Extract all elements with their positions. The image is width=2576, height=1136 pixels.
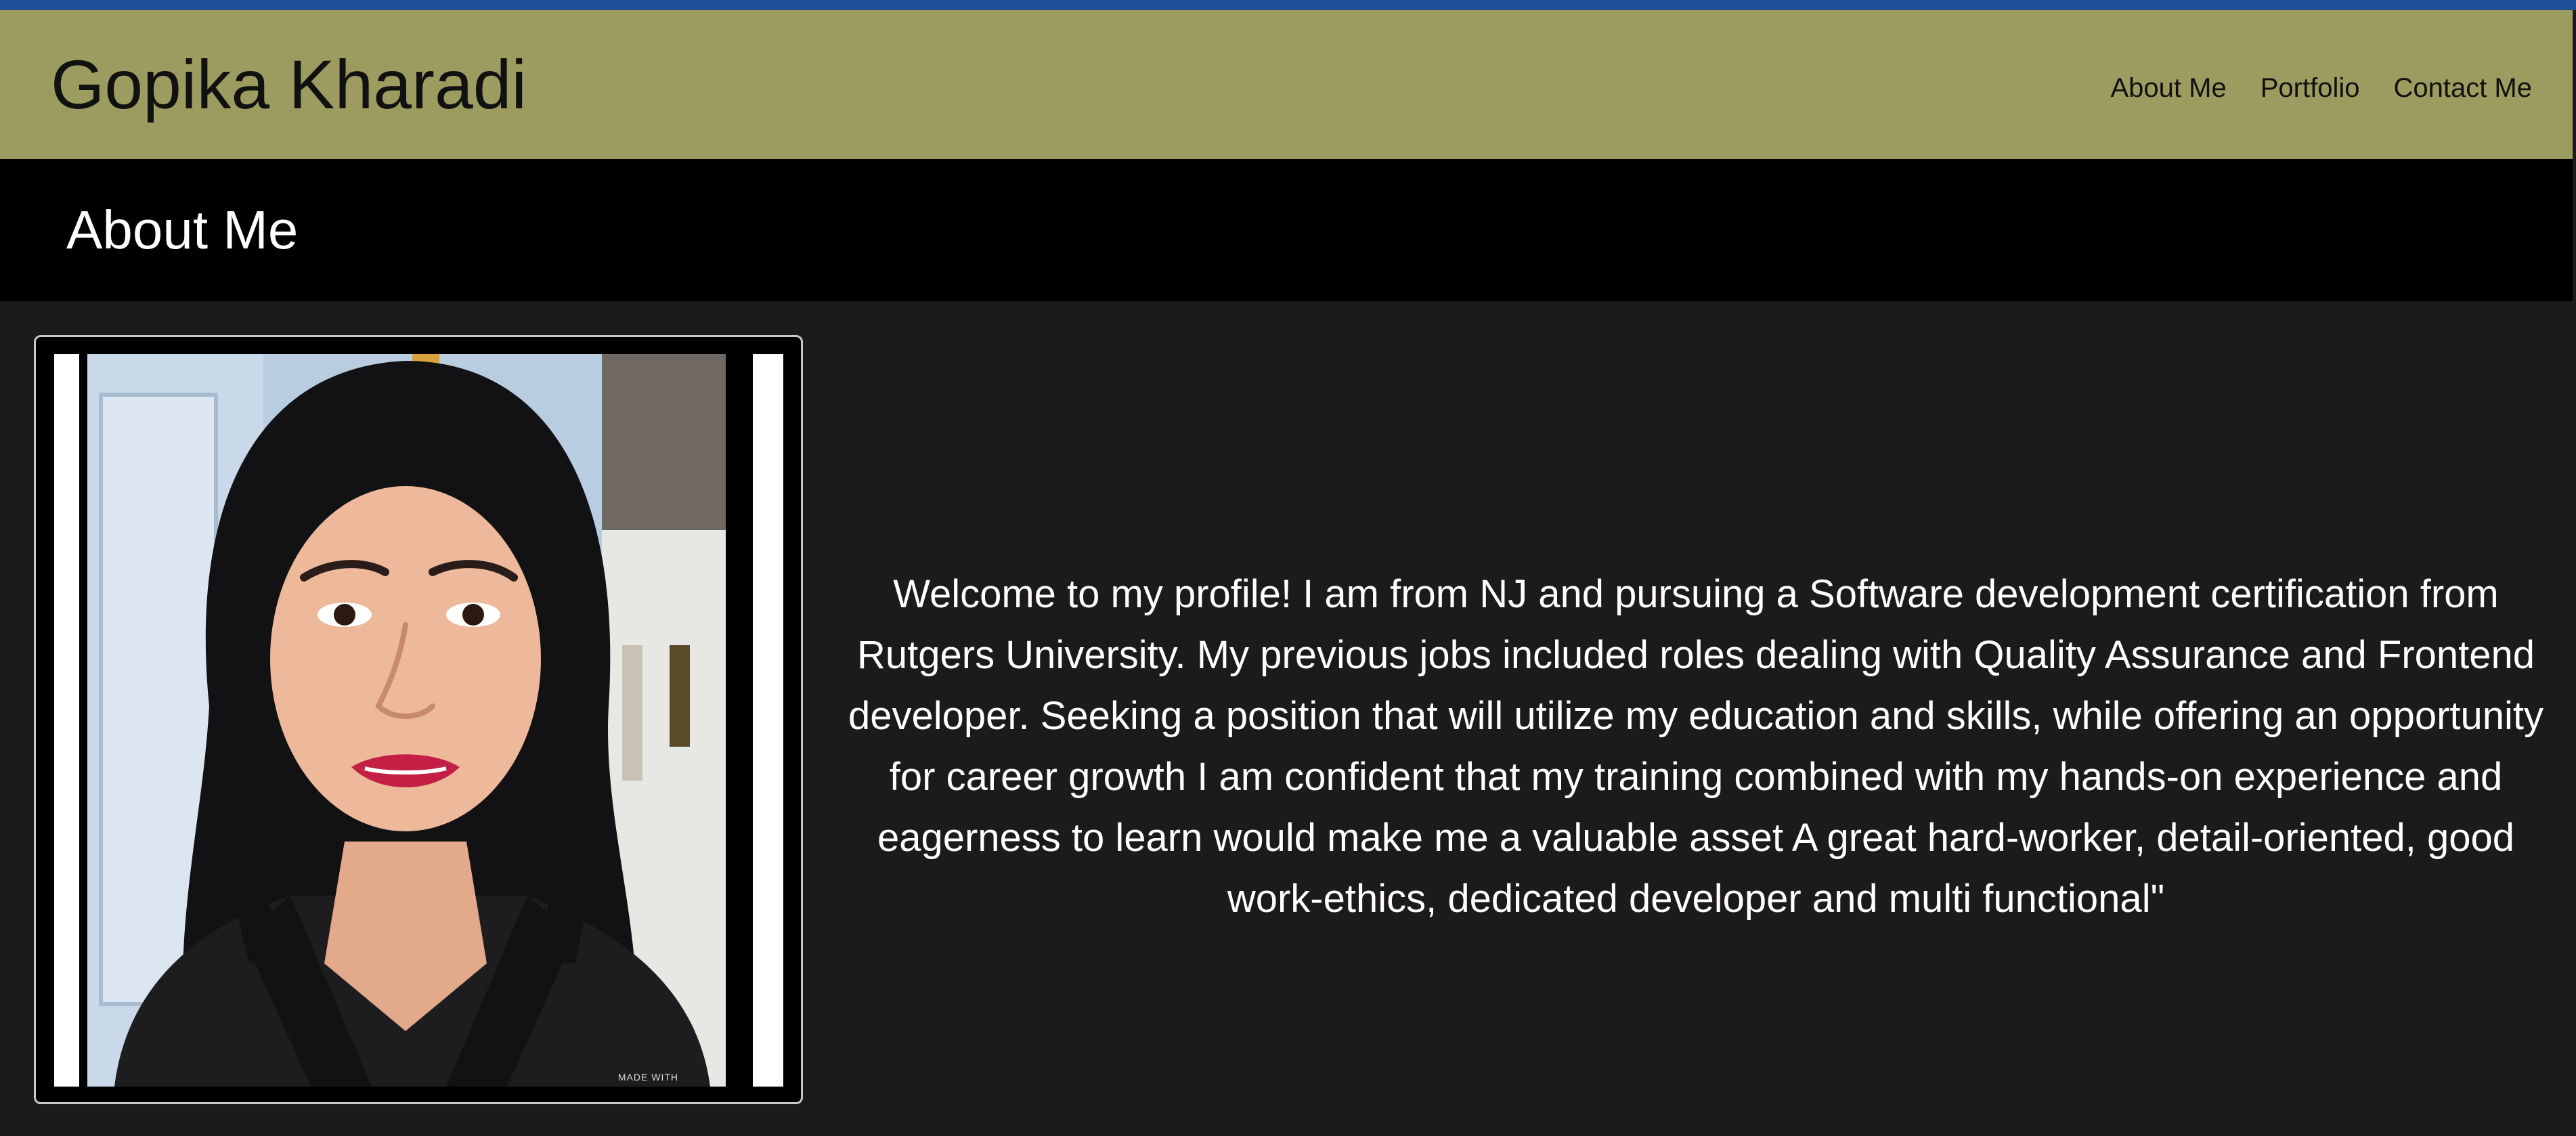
profile-photo-frame: MADE WITH (54, 354, 783, 1087)
site-header: Gopika Kharadi About Me Portfolio Contac… (0, 10, 2573, 159)
nav-link-about-me[interactable]: About Me (2111, 73, 2227, 104)
section-heading-bar: About Me (0, 159, 2573, 301)
about-content: MADE WITH Welcome to my profile! I am fr… (0, 301, 2573, 1136)
about-bio-text: Welcome to my profile! I am from NJ and … (848, 572, 2544, 921)
main-nav: About Me Portfolio Contact Me (2111, 73, 2533, 104)
nav-link-portfolio[interactable]: Portfolio (2261, 73, 2360, 104)
top-accent-stripe (0, 0, 2576, 10)
section-title: About Me (66, 200, 299, 260)
profile-photo-card: MADE WITH (34, 335, 803, 1104)
profile-photo-image (87, 354, 726, 1087)
photo-watermark: MADE WITH (617, 1072, 678, 1083)
nav-link-contact-me[interactable]: Contact Me (2393, 73, 2532, 104)
site-title: Gopika Kharadi (51, 45, 527, 123)
profile-photo: MADE WITH (79, 354, 753, 1087)
